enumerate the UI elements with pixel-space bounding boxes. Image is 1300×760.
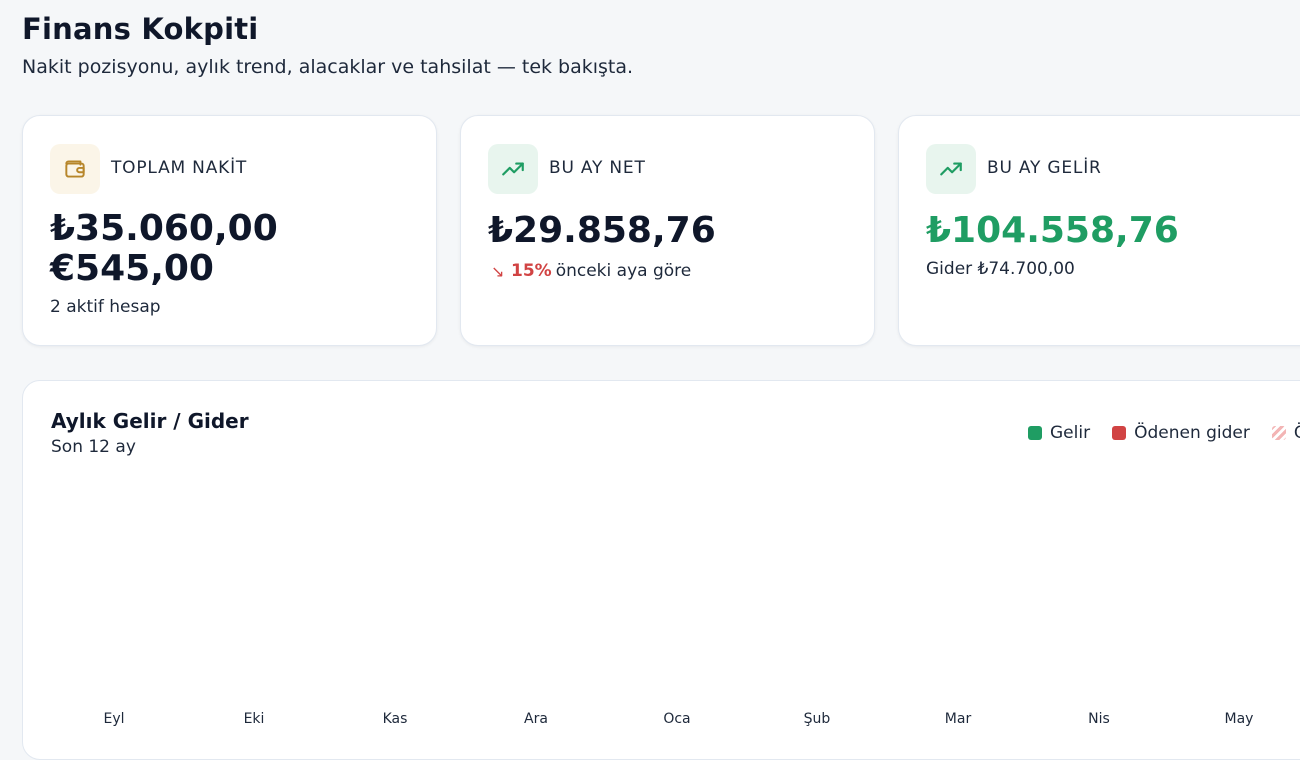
- legend-label-paid-expense: Ödenen gider: [1134, 423, 1250, 443]
- paid-expense-swatch: [1112, 426, 1127, 440]
- total-cash-eur-value: €545,00: [50, 248, 214, 289]
- legend-label-income: Gelir: [1050, 423, 1091, 443]
- legend-item-paid-expense[interactable]: Ödenen gider: [1112, 423, 1250, 443]
- income-swatch: [1028, 426, 1042, 440]
- arrow-down-right-icon: ↘: [491, 261, 505, 281]
- total-cash-card: TOPLAM NAKİT ₺35.060,00 €545,00 2 aktif …: [22, 115, 437, 346]
- monthly-net-value: ₺29.858,76: [488, 210, 716, 251]
- legend-item-pending[interactable]: Ö: [1271, 423, 1300, 443]
- chart-title: Aylık Gelir / Gider: [51, 409, 249, 433]
- chart-x-axis: Eyl Eki Kas Ara Oca Şub Mar Nis May: [51, 711, 1300, 731]
- trending-up-icon: [926, 144, 976, 194]
- legend-label-pending: Ö: [1294, 423, 1300, 443]
- monthly-income-label: BU AY GELİR: [987, 158, 1102, 178]
- monthly-income-card: BU AY GELİR ₺104.558,76 Gider ₺74.700,00: [898, 115, 1300, 346]
- monthly-expense-note: Gider ₺74.700,00: [926, 259, 1075, 279]
- pending-swatch: [1271, 426, 1286, 440]
- active-accounts-note: 2 aktif hesap: [50, 297, 161, 317]
- total-cash-label: TOPLAM NAKİT: [111, 158, 248, 178]
- total-cash-try-value: ₺35.060,00: [50, 208, 278, 249]
- page-title: Finans Kokpiti: [22, 12, 259, 46]
- legend-item-income[interactable]: Gelir: [1028, 423, 1090, 443]
- chart-legend: Gelir Ödenen gider Ö: [1028, 423, 1300, 443]
- monthly-income-value: ₺104.558,76: [926, 210, 1179, 251]
- net-change-indicator: ↘ 15% önceki aya göre: [491, 261, 691, 281]
- wallet-icon: [50, 144, 100, 194]
- net-change-percent: 15%: [511, 261, 552, 281]
- monthly-net-label: BU AY NET: [549, 158, 646, 178]
- net-change-text: önceki aya göre: [555, 261, 692, 281]
- trending-up-icon: [488, 144, 538, 194]
- monthly-net-card: BU AY NET ₺29.858,76 ↘ 15% önceki aya gö…: [460, 115, 875, 346]
- monthly-income-expense-chart: Aylık Gelir / Gider Son 12 ay Gelir Öden…: [22, 380, 1300, 760]
- chart-subtitle: Son 12 ay: [51, 437, 136, 457]
- page-subtitle: Nakit pozisyonu, aylık trend, alacaklar …: [22, 56, 634, 78]
